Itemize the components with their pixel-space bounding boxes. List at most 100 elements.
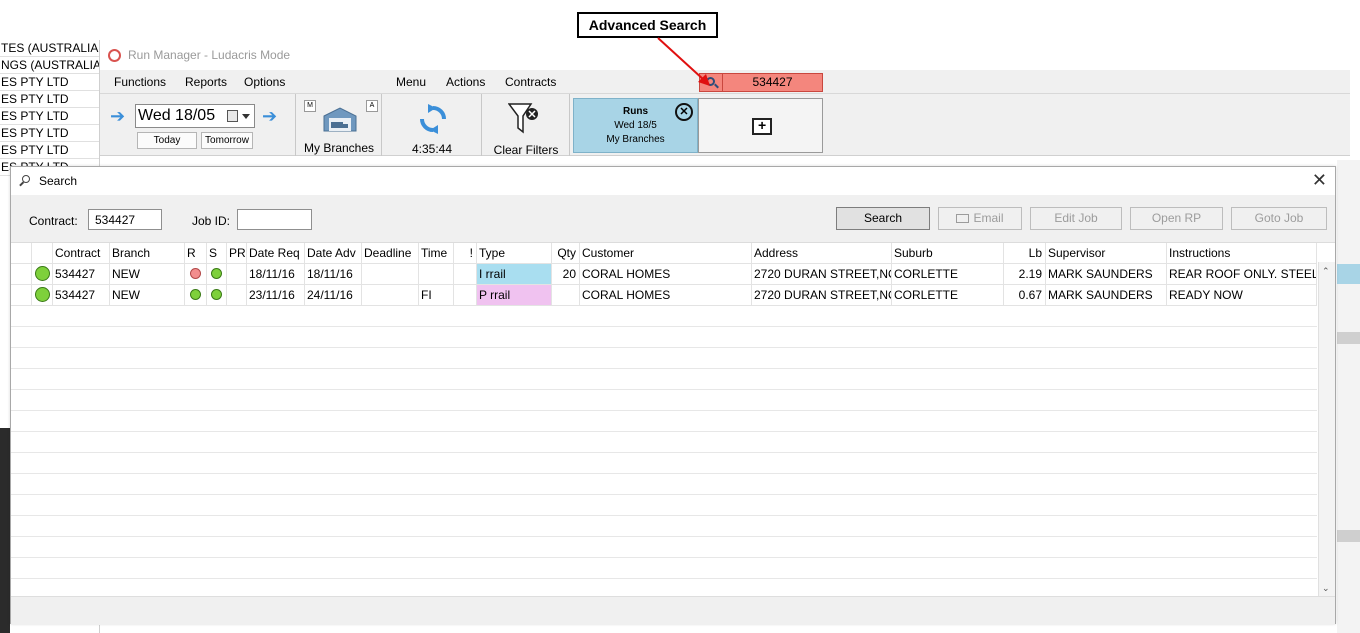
contract-input[interactable] bbox=[88, 209, 162, 230]
refresh-timer: 4:35:44 bbox=[411, 142, 453, 156]
col-date-req[interactable]: Date Req bbox=[247, 243, 305, 264]
col-pr[interactable]: PR bbox=[227, 243, 247, 264]
col-contract[interactable]: Contract bbox=[53, 243, 110, 264]
runs-tile-branches: My Branches bbox=[606, 134, 665, 145]
list-item: ES PTY LTD bbox=[0, 108, 99, 125]
col-type[interactable]: Type bbox=[477, 243, 552, 264]
empty-row bbox=[11, 432, 1317, 453]
list-item: ES PTY LTD bbox=[0, 142, 99, 159]
r-status-icon bbox=[190, 289, 201, 301]
menu-functions[interactable]: Functions bbox=[114, 75, 166, 89]
envelope-icon bbox=[956, 214, 970, 223]
annotation-label: Advanced Search bbox=[577, 12, 718, 38]
menu-options[interactable]: Options bbox=[244, 75, 285, 89]
list-item: ES PTY LTD bbox=[0, 91, 99, 108]
grid-vertical-scrollbar[interactable]: ⌃ ⌄ bbox=[1318, 262, 1335, 596]
previous-day-arrow-icon[interactable]: ➔ bbox=[110, 106, 125, 127]
s-status-icon bbox=[211, 268, 222, 280]
search-button[interactable]: Search bbox=[836, 207, 930, 230]
col-address[interactable]: Address bbox=[752, 243, 892, 264]
clear-filters-button[interactable]: Clear Filters bbox=[482, 94, 570, 157]
date-navigator: ➔ Wed 18/05 ➔ Today Tomorrow bbox=[100, 94, 296, 156]
app-titlebar: Run Manager - Ludacris Mode bbox=[100, 45, 1360, 67]
goto-job-button[interactable]: Goto Job bbox=[1231, 207, 1327, 230]
menu-bar: Functions Reports Options Menu Actions C… bbox=[100, 70, 1350, 94]
status-indicator-icon bbox=[34, 287, 50, 303]
r-status-icon bbox=[190, 268, 201, 280]
col-r[interactable]: R bbox=[185, 243, 207, 264]
clear-filters-label: Clear Filters bbox=[493, 143, 559, 157]
chevron-down-icon[interactable]: ⌄ bbox=[1322, 583, 1330, 594]
col-qty[interactable]: Qty bbox=[552, 243, 580, 264]
empty-row bbox=[11, 537, 1317, 558]
dialog-footer bbox=[11, 596, 1335, 625]
job-id-label: Job ID: bbox=[192, 214, 231, 228]
empty-row bbox=[11, 516, 1317, 537]
table-row[interactable]: 534427 NEW 23/11/16 24/11/16 FI P rrail … bbox=[11, 285, 1317, 306]
table-row[interactable]: 534427 NEW 18/11/16 18/11/16 I rrail 20 … bbox=[11, 264, 1317, 285]
type-cell: I rrail bbox=[477, 264, 552, 285]
chevron-up-icon[interactable]: ⌃ bbox=[1322, 266, 1330, 277]
col-s[interactable]: S bbox=[207, 243, 227, 264]
clear-filter-icon bbox=[508, 103, 538, 134]
empty-row bbox=[11, 369, 1317, 390]
badge-a: A bbox=[366, 100, 378, 112]
job-id-input[interactable] bbox=[237, 209, 312, 230]
col-deadline[interactable]: Deadline bbox=[362, 243, 419, 264]
col-date-adv[interactable]: Date Adv bbox=[305, 243, 362, 264]
col-flag[interactable]: ! bbox=[454, 243, 477, 264]
next-day-arrow-icon[interactable]: ➔ bbox=[262, 106, 277, 127]
menu-menu[interactable]: Menu bbox=[396, 75, 426, 89]
col-lb[interactable]: Lb bbox=[1004, 243, 1046, 264]
main-toolbar: ➔ Wed 18/05 ➔ Today Tomorrow M A My Bran… bbox=[100, 94, 1350, 157]
date-picker[interactable]: Wed 18/05 bbox=[135, 104, 255, 128]
empty-row bbox=[11, 390, 1317, 411]
dialog-header: Search ✕ bbox=[11, 167, 1335, 195]
advanced-search-dialog: Search ✕ Contract: Job ID: Search Email … bbox=[10, 166, 1336, 625]
warehouse-truck-icon bbox=[323, 107, 357, 132]
empty-row bbox=[11, 306, 1317, 327]
window-title: Run Manager - Ludacris Mode bbox=[128, 48, 291, 62]
annotation-arrow-icon bbox=[657, 37, 710, 86]
empty-row bbox=[11, 558, 1317, 579]
branches-button[interactable]: M A My Branches bbox=[296, 94, 382, 156]
date-value: Wed 18/05 bbox=[138, 107, 216, 124]
app-logo-icon bbox=[108, 49, 121, 62]
results-grid: Contract Branch R S PR Date Req Date Adv… bbox=[11, 242, 1335, 596]
refresh-icon bbox=[420, 104, 446, 134]
status-indicator-icon bbox=[34, 266, 50, 282]
today-button[interactable]: Today bbox=[137, 132, 197, 149]
close-icon[interactable]: ✕ bbox=[675, 103, 693, 121]
col-suburb[interactable]: Suburb bbox=[892, 243, 1004, 264]
col-supervisor[interactable]: Supervisor bbox=[1046, 243, 1167, 264]
background-right-panel bbox=[1337, 160, 1360, 633]
col-instructions[interactable]: Instructions bbox=[1167, 243, 1317, 264]
contract-label: Contract: bbox=[29, 214, 78, 228]
badge-m: M bbox=[304, 100, 316, 112]
empty-row bbox=[11, 411, 1317, 432]
refresh-button[interactable]: 4:35:44 bbox=[382, 94, 482, 156]
menu-contracts[interactable]: Contracts bbox=[505, 75, 556, 89]
menu-actions[interactable]: Actions bbox=[446, 75, 485, 89]
list-item: ES PTY LTD bbox=[0, 74, 99, 91]
new-tab-tile[interactable] bbox=[698, 98, 823, 153]
search-icon bbox=[22, 175, 30, 183]
col-branch[interactable]: Branch bbox=[110, 243, 185, 264]
tomorrow-button[interactable]: Tomorrow bbox=[201, 132, 253, 149]
email-button[interactable]: Email bbox=[938, 207, 1022, 230]
runs-tab-tile[interactable]: Runs Wed 18/5 My Branches ✕ bbox=[573, 98, 698, 153]
menu-reports[interactable]: Reports bbox=[185, 75, 227, 89]
background-dark-panel bbox=[0, 428, 10, 633]
col-customer[interactable]: Customer bbox=[580, 243, 752, 264]
open-rp-button[interactable]: Open RP bbox=[1130, 207, 1223, 230]
calendar-icon bbox=[227, 110, 238, 122]
list-item: ES PTY LTD bbox=[0, 125, 99, 142]
edit-job-button[interactable]: Edit Job bbox=[1030, 207, 1122, 230]
my-branches-label: My Branches bbox=[303, 141, 375, 155]
runs-tile-date: Wed 18/5 bbox=[614, 120, 657, 131]
close-icon[interactable]: ✕ bbox=[1312, 170, 1327, 191]
s-status-icon bbox=[211, 289, 222, 301]
chevron-down-icon bbox=[242, 114, 250, 119]
col-time[interactable]: Time bbox=[419, 243, 454, 264]
quick-contract-search-input[interactable]: 534427 bbox=[723, 73, 823, 92]
